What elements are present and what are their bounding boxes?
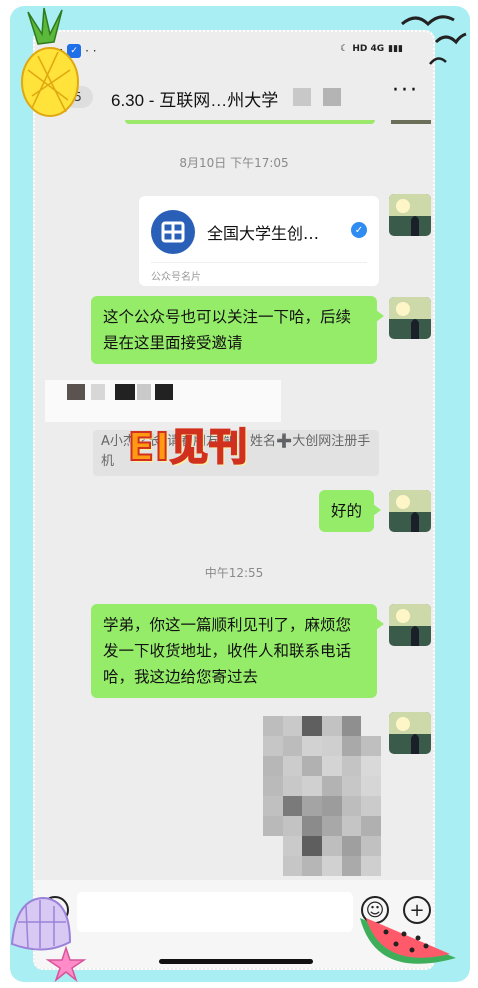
timestamp: 中午12:55 <box>204 566 264 580</box>
seagull-icon <box>401 15 467 65</box>
chat-title: 6.30 - 互联网…州大学 <box>111 91 279 110</box>
network-label: HD 4G <box>352 44 385 54</box>
timestamp: 8月10日 下午17:05 <box>179 156 289 170</box>
avatar[interactable] <box>389 712 431 754</box>
chat-header: 5 6.30 - 互联网…州大学 ··· <box>35 74 433 120</box>
account-name: 全国大学生创… <box>207 224 320 243</box>
ei-published-stamp: EI见刊 <box>127 424 249 470</box>
home-indicator <box>159 959 313 964</box>
card-divider <box>151 262 367 263</box>
account-logo-icon <box>151 210 195 254</box>
avatar[interactable] <box>389 194 431 236</box>
avatar[interactable] <box>389 297 431 339</box>
official-account-card[interactable]: 全国大学生创… ✓ 公众号名片 <box>139 196 379 286</box>
moon-icon: ☾ <box>340 44 349 54</box>
pixelated-image[interactable] <box>263 716 381 876</box>
more-button[interactable]: ··· <box>392 78 419 103</box>
message-bubble[interactable]: 这个公众号也可以关注一下哈，后续是在这里面接受邀请 <box>91 296 384 364</box>
avatar-edge <box>391 120 431 124</box>
message-bubble[interactable]: 学弟，你这一篇顺利见刊了，麻烦您发一下收货地址，收件人和联系电话哈，我这边给您寄… <box>91 604 384 698</box>
message-input[interactable] <box>77 892 353 932</box>
avatar[interactable] <box>389 604 431 646</box>
card-type-label: 公众号名片 <box>151 272 201 283</box>
message-bubble[interactable]: 好的 <box>319 490 382 532</box>
pineapple-icon <box>21 7 79 117</box>
watermelon-icon <box>360 918 456 964</box>
seashell-starfish-icon <box>10 896 87 982</box>
phone-screen: ▪ ✓ · · ☾ HD 4G ▮▮▮ 5 6.30 - 互联网…州大学 ···… <box>33 30 435 970</box>
previous-message-edge <box>125 120 375 124</box>
verified-icon: ✓ <box>351 222 367 238</box>
status-bar: ▪ ✓ · · ☾ HD 4G ▮▮▮ <box>35 32 433 74</box>
redacted-mosaic <box>323 88 341 106</box>
avatar[interactable] <box>389 490 431 532</box>
redacted-mosaic <box>293 88 311 106</box>
